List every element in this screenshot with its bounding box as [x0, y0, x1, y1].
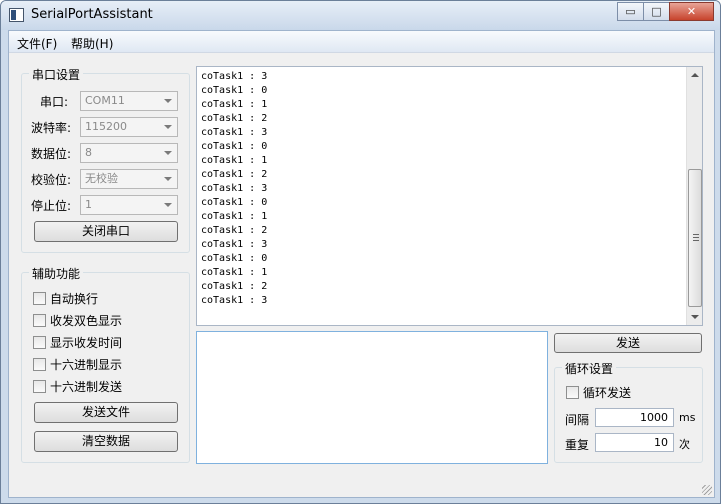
- checkbox-box[interactable]: [33, 336, 46, 349]
- baud-label: 波特率:: [31, 121, 72, 135]
- scroll-down-arrow-icon[interactable]: [691, 315, 699, 319]
- repeat-label: 重复: [565, 438, 590, 452]
- receive-line: coTask1 : 2: [201, 225, 268, 236]
- window-title: SerialPortAssistant: [31, 7, 153, 22]
- repeat-unit: 次: [679, 438, 690, 451]
- parity-label: 校验位:: [31, 173, 72, 187]
- stop-bits-select[interactable]: 1: [80, 195, 178, 215]
- loop-send-label: 循环发送: [583, 386, 632, 400]
- receive-line: coTask1 : 2: [201, 281, 268, 292]
- menu-bar: 文件(F) 帮助(H): [9, 31, 714, 53]
- loop-settings-group: 循环设置 循环发送 间隔 1000 ms 重复 10 次: [554, 360, 703, 463]
- port-select[interactable]: COM11: [80, 91, 178, 111]
- dual-color-label: 收发双色显示: [50, 314, 123, 328]
- stop-bits-label: 停止位:: [31, 199, 72, 213]
- scroll-up-arrow-icon[interactable]: [691, 73, 699, 77]
- send-file-button[interactable]: 发送文件: [34, 402, 178, 423]
- scroll-thumb[interactable]: [688, 169, 702, 307]
- checkbox-box[interactable]: [33, 358, 46, 371]
- receive-line: coTask1 : 0: [201, 253, 268, 264]
- title-bar[interactable]: SerialPortAssistant ▭ □ ✕: [1, 1, 720, 30]
- menu-help[interactable]: 帮助(H): [71, 35, 113, 52]
- receive-line: coTask1 : 0: [201, 141, 268, 152]
- receive-line: coTask1 : 0: [201, 197, 268, 208]
- hex-display-label: 十六进制显示: [50, 358, 123, 372]
- receive-line: coTask1 : 1: [201, 99, 268, 110]
- chevron-down-icon: [164, 203, 172, 207]
- resize-grip-icon[interactable]: [702, 485, 712, 495]
- close-port-button[interactable]: 关闭串口: [34, 221, 178, 242]
- receive-line: coTask1 : 3: [201, 295, 268, 306]
- data-bits-select[interactable]: 8: [80, 143, 178, 163]
- port-label: 串口:: [40, 95, 69, 109]
- interval-unit: ms: [679, 411, 696, 424]
- window-controls: ▭ □ ✕: [617, 2, 714, 21]
- repeat-input[interactable]: 10: [595, 433, 674, 452]
- receive-line: coTask1 : 0: [201, 85, 268, 96]
- clear-data-button[interactable]: 清空数据: [34, 431, 178, 452]
- chevron-down-icon: [164, 177, 172, 181]
- send-textarea[interactable]: [196, 331, 548, 464]
- maximize-button[interactable]: □: [643, 2, 670, 21]
- loop-settings-title: 循环设置: [562, 360, 617, 377]
- receive-textarea[interactable]: coTask1 : 3 coTask1 : 0 coTask1 : 1 coTask1…: [196, 66, 703, 326]
- receive-line: coTask1 : 2: [201, 113, 268, 124]
- hex-send-label: 十六进制发送: [50, 380, 123, 394]
- data-bits-label: 数据位:: [31, 147, 72, 161]
- receive-line: coTask1 : 2: [201, 169, 268, 180]
- chevron-down-icon: [164, 125, 172, 129]
- chevron-down-icon: [164, 99, 172, 103]
- port-value: COM11: [85, 94, 125, 107]
- close-button[interactable]: ✕: [669, 2, 714, 21]
- stop-bits-value: 1: [85, 198, 92, 211]
- receive-line: coTask1 : 1: [201, 267, 268, 278]
- interval-label: 间隔: [565, 413, 590, 427]
- serial-settings-title: 串口设置: [29, 66, 84, 83]
- receive-line: coTask1 : 1: [201, 155, 268, 166]
- checkbox-box[interactable]: [33, 380, 46, 393]
- receive-line: coTask1 : 3: [201, 183, 268, 194]
- show-time-label: 显示收发时间: [50, 336, 123, 350]
- serial-settings-group: 串口设置 串口: COM11 波特率: 115200 数据位: 8 校验位: 无…: [21, 66, 190, 253]
- receive-line: coTask1 : 1: [201, 211, 268, 222]
- aux-functions-group: 辅助功能 自动换行 收发双色显示 显示收发时间 十六进制显示 十六进制发送 发送…: [21, 265, 190, 463]
- app-icon: [9, 8, 24, 22]
- send-button[interactable]: 发送: [554, 333, 702, 353]
- checkbox-box[interactable]: [33, 292, 46, 305]
- interval-input[interactable]: 1000: [595, 408, 674, 427]
- parity-value: 无校验: [85, 172, 118, 185]
- baud-value: 115200: [85, 120, 127, 133]
- data-bits-value: 8: [85, 146, 92, 159]
- receive-line: coTask1 : 3: [201, 71, 268, 82]
- receive-line: coTask1 : 3: [201, 127, 268, 138]
- auto-newline-label: 自动换行: [50, 292, 99, 306]
- minimize-button[interactable]: ▭: [617, 2, 644, 21]
- checkbox-box[interactable]: [33, 314, 46, 327]
- receive-scrollbar[interactable]: [686, 67, 702, 325]
- client-area: 文件(F) 帮助(H) 串口设置 串口: COM11 波特率: 115200 数…: [8, 30, 715, 498]
- aux-functions-title: 辅助功能: [29, 265, 84, 282]
- app-window: SerialPortAssistant ▭ □ ✕ 文件(F) 帮助(H) 串口…: [0, 0, 721, 504]
- receive-line: coTask1 : 3: [201, 239, 268, 250]
- checkbox-box[interactable]: [566, 386, 579, 399]
- parity-select[interactable]: 无校验: [80, 169, 178, 189]
- grip-icon: [693, 234, 699, 241]
- baud-select[interactable]: 115200: [80, 117, 178, 137]
- chevron-down-icon: [164, 151, 172, 155]
- receive-lines: coTask1 : 3 coTask1 : 0 coTask1 : 1 coTask1…: [201, 70, 267, 308]
- menu-file[interactable]: 文件(F): [17, 35, 57, 52]
